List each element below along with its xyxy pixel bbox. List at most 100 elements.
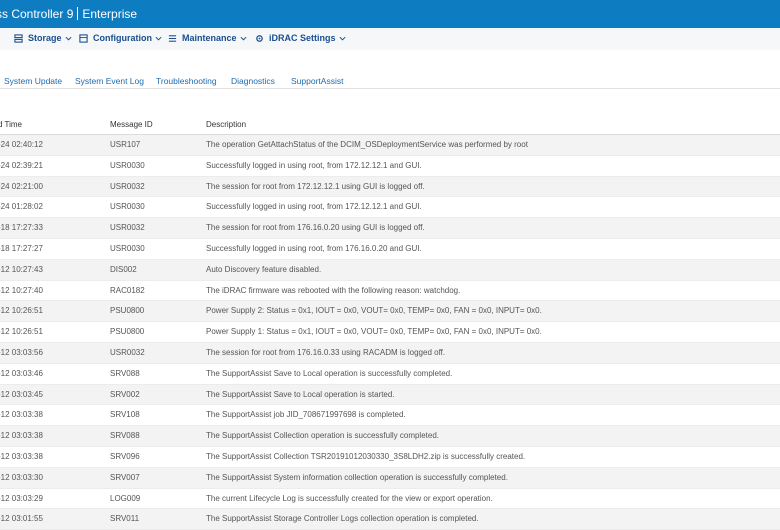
maintenance-icon bbox=[168, 35, 177, 42]
row-description: The SupportAssist job JID_708671997698 i… bbox=[206, 410, 406, 420]
table-row[interactable]: -12 10:26:51 PSU0800 Power Supply 2: Statu… bbox=[0, 301, 780, 323]
row-date-time: -12 10:27:43 bbox=[0, 264, 43, 274]
row-date-time: -12 03:03:56 bbox=[0, 347, 43, 357]
row-message-id: SRV002 bbox=[110, 389, 140, 399]
table-header: d Time Message ID Description bbox=[0, 115, 780, 135]
chevron-down-icon bbox=[339, 36, 346, 41]
column-header-message-id[interactable]: Message ID bbox=[110, 120, 153, 129]
table-row[interactable]: -12 03:03:30 SRV007 The SupportAssist Syst… bbox=[0, 467, 780, 489]
row-date-time: -24 02:39:21 bbox=[0, 160, 43, 170]
row-description: The SupportAssist Save to Local operatio… bbox=[206, 368, 453, 378]
table-row[interactable]: -24 02:40:12 USR107 The operation GetAttac… bbox=[0, 135, 780, 156]
chevron-down-icon bbox=[240, 36, 247, 41]
row-description: Successfully logged in using root, from … bbox=[206, 160, 422, 170]
table-row[interactable]: -24 02:21:00 USR0032 The session for root … bbox=[0, 176, 780, 198]
row-message-id: SRV007 bbox=[110, 472, 140, 482]
row-date-time: -24 02:40:12 bbox=[0, 140, 43, 149]
row-message-id: USR0032 bbox=[110, 181, 145, 191]
row-date-time: -12 10:27:40 bbox=[0, 285, 43, 295]
row-message-id: USR0030 bbox=[110, 160, 145, 170]
product-edition: Enterprise bbox=[82, 7, 138, 21]
table-body: -24 02:40:12 USR107 The operation GetAttac… bbox=[0, 135, 780, 530]
row-date-time: -12 03:03:45 bbox=[0, 389, 43, 399]
table-row[interactable]: -12 10:27:43 DIS002 Auto Discovery feature… bbox=[0, 259, 780, 281]
tab-troubleshooting[interactable]: Troubleshooting bbox=[156, 76, 217, 86]
tab-system-update[interactable]: System Update bbox=[4, 76, 62, 86]
header-bar: ss Controller 9 Enterprise bbox=[0, 0, 780, 28]
storage-icon bbox=[14, 34, 23, 43]
idrac-settings-icon bbox=[256, 35, 263, 42]
table-row[interactable]: -12 03:03:38 SRV108 The SupportAssist job … bbox=[0, 405, 780, 427]
menu-idrac-settings[interactable]: iDRAC Settings bbox=[255, 33, 346, 43]
row-message-id: LOG009 bbox=[110, 493, 141, 503]
row-message-id: SRV088 bbox=[110, 431, 140, 441]
row-message-id: SRV096 bbox=[110, 451, 140, 461]
row-description: Power Supply 2: Status = 0x1, IOUT = 0x0… bbox=[206, 306, 542, 316]
row-description: The session for root from 176.16.0.33 us… bbox=[206, 347, 446, 357]
tab-system-event-log[interactable]: System Event Log bbox=[75, 76, 144, 86]
table-row[interactable]: -12 03:03:56 USR0032 The session for root … bbox=[0, 342, 780, 364]
table-row[interactable]: -18 17:27:27 USR0030 Successfully logged i… bbox=[0, 239, 780, 260]
row-message-id: USR0030 bbox=[110, 243, 145, 253]
table-row[interactable]: -12 03:03:45 SRV002 The SupportAssist Save… bbox=[0, 384, 780, 406]
row-date-time: -12 10:26:51 bbox=[0, 306, 43, 316]
table-row[interactable]: -18 17:27:33 USR0032 The session for root … bbox=[0, 218, 780, 239]
tab-supportassist[interactable]: SupportAssist bbox=[291, 76, 343, 86]
maintenance-tabs: System Update System Event Log Troublesh… bbox=[0, 50, 780, 110]
menu-configuration[interactable]: Configuration bbox=[79, 33, 162, 43]
row-message-id: SRV108 bbox=[110, 410, 140, 420]
chevron-down-icon bbox=[155, 36, 162, 41]
menu-maintenance-label: Maintenance bbox=[182, 33, 237, 43]
row-description: Power Supply 1: Status = 0x1, IOUT = 0x0… bbox=[206, 327, 542, 337]
product-name: ss Controller 9 bbox=[0, 7, 74, 21]
menu-idrac-settings-label: iDRAC Settings bbox=[269, 33, 336, 43]
row-message-id: DIS002 bbox=[110, 264, 137, 274]
chevron-down-icon bbox=[65, 36, 72, 41]
row-message-id: USR107 bbox=[110, 140, 141, 149]
table-row[interactable]: -12 10:26:51 PSU0800 Power Supply 1: Statu… bbox=[0, 322, 780, 343]
row-message-id: USR0030 bbox=[110, 202, 145, 212]
row-description: The iDRAC firmware was rebooted with the… bbox=[206, 285, 461, 295]
table-row[interactable]: -12 03:03:29 LOG009 The current Lifecycle … bbox=[0, 489, 780, 510]
table-row[interactable]: -12 10:27:40 RAC0182 The iDRAC firmware wa… bbox=[0, 281, 780, 302]
row-description: Successfully logged in using root, from … bbox=[206, 202, 422, 212]
row-description: The session for root from 172.12.12.1 us… bbox=[206, 181, 425, 191]
table-row[interactable]: -12 03:03:46 SRV088 The SupportAssist Save… bbox=[0, 364, 780, 385]
title-divider bbox=[77, 7, 79, 20]
row-description: The SupportAssist Collection TSR20191012… bbox=[206, 451, 526, 461]
row-message-id: USR0032 bbox=[110, 223, 145, 233]
row-description: The session for root from 176.16.0.20 us… bbox=[206, 223, 425, 233]
row-message-id: PSU0800 bbox=[110, 306, 145, 316]
table-row[interactable]: -12 03:01:55 SRV011 The SupportAssist Stor… bbox=[0, 509, 780, 530]
table-row[interactable]: -24 02:39:21 USR0030 Successfully logged i… bbox=[0, 156, 780, 177]
event-log-table: d Time Message ID Description -24 02:40:… bbox=[0, 115, 780, 530]
row-message-id: USR0032 bbox=[110, 347, 145, 357]
row-description: Auto Discovery feature disabled. bbox=[206, 264, 322, 274]
column-header-description[interactable]: Description bbox=[206, 120, 246, 129]
row-description: Successfully logged in using root, from … bbox=[206, 243, 422, 253]
menu-storage[interactable]: Storage bbox=[14, 33, 72, 43]
row-description: The SupportAssist Save to Local operatio… bbox=[206, 389, 395, 399]
row-date-time: -12 03:03:29 bbox=[0, 493, 43, 503]
column-header-date-time[interactable]: d Time bbox=[0, 120, 22, 129]
menu-maintenance[interactable]: Maintenance bbox=[168, 33, 247, 43]
row-date-time: -12 03:03:38 bbox=[0, 431, 43, 441]
table-row[interactable]: -24 01:28:02 USR0030 Successfully logged i… bbox=[0, 197, 780, 219]
row-date-time: -12 10:26:51 bbox=[0, 327, 43, 337]
row-date-time: -12 03:03:46 bbox=[0, 368, 43, 378]
row-description: The current Lifecycle Log is successfull… bbox=[206, 493, 493, 503]
table-row[interactable]: -12 03:03:38 SRV096 The SupportAssist Coll… bbox=[0, 447, 780, 468]
row-message-id: SRV088 bbox=[110, 368, 140, 378]
product-title: ss Controller 9 Enterprise bbox=[0, 7, 137, 21]
table-row[interactable]: -12 03:03:38 SRV088 The SupportAssist Coll… bbox=[0, 426, 780, 447]
row-date-time: -18 17:27:33 bbox=[0, 223, 43, 233]
row-date-time: -24 02:21:00 bbox=[0, 181, 43, 191]
row-date-time: -12 03:03:38 bbox=[0, 410, 43, 420]
row-message-id: RAC0182 bbox=[110, 285, 145, 295]
row-date-time: -18 17:27:27 bbox=[0, 243, 43, 253]
row-description: The SupportAssist System information col… bbox=[206, 472, 508, 482]
row-date-time: -12 03:03:38 bbox=[0, 451, 43, 461]
menu-configuration-label: Configuration bbox=[93, 33, 152, 43]
configuration-icon bbox=[79, 34, 88, 43]
tab-diagnostics[interactable]: Diagnostics bbox=[231, 76, 275, 86]
